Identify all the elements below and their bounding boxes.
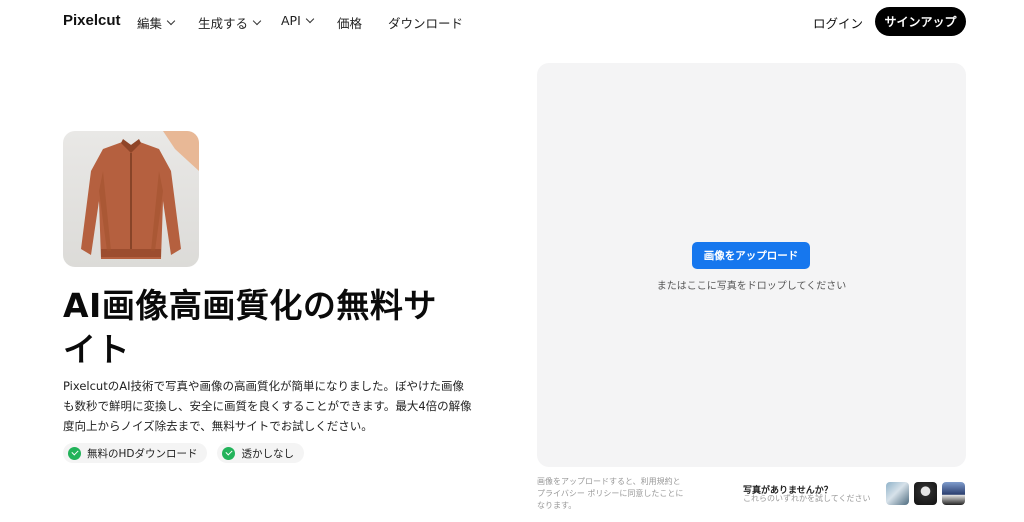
signup-button[interactable]: サインアップ (875, 7, 966, 36)
chevron-down-icon (252, 16, 262, 25)
sample-image[interactable] (914, 482, 937, 505)
nav-item-generate[interactable]: 生成する (198, 13, 262, 32)
feature-badges: 無料のHDダウンロード 透かしなし (63, 443, 304, 463)
nav-item-pricing[interactable]: 価格 (337, 13, 362, 32)
sample-images (886, 482, 965, 505)
hero-description: PixelcutのAI技術で写真や画像の高画質化が簡単になりました。ぼやけた画像… (63, 379, 472, 433)
no-photo-subtitle: これらのいずれかを試してください (743, 494, 871, 503)
upload-image-button[interactable]: 画像をアップロード (692, 242, 810, 269)
feature-badge-label: 透かしなし (241, 447, 294, 460)
hero-jacket-image (63, 131, 199, 267)
chevron-down-icon (166, 16, 176, 25)
terms-notice: 画像をアップロードすると、利用規約とプライバシー ポリシーに同意したことになりま… (537, 477, 684, 510)
chevron-down-icon (305, 14, 315, 23)
check-circle-icon (222, 446, 236, 460)
nav-item-label: ダウンロード (388, 16, 464, 31)
feature-badge-label: 無料のHDダウンロード (87, 447, 198, 460)
login-link[interactable]: ログイン (813, 13, 863, 32)
nav-item-label: 生成する (198, 16, 249, 31)
drop-hint-text: またはここに写真をドロップしてください (656, 281, 847, 292)
nav-item-edit[interactable]: 編集 (137, 13, 176, 32)
nav-item-api[interactable]: API (281, 13, 315, 28)
sample-image[interactable] (942, 482, 965, 505)
top-nav: Pixelcut 編集 生成する API 価格 ダウンロード ログイン サインア… (0, 0, 1024, 42)
feature-badge: 無料のHDダウンロード (63, 443, 208, 463)
nav-item-download[interactable]: ダウンロード (388, 13, 463, 32)
sample-image[interactable] (886, 482, 909, 505)
nav-item-label: 価格 (337, 16, 363, 31)
check-circle-icon (68, 446, 81, 460)
page-title: AI画像高画質化の無料サイト (63, 286, 437, 369)
nav-item-label: 編集 (137, 16, 163, 31)
logo[interactable]: Pixelcut (63, 12, 121, 29)
nav-item-label: API (281, 13, 301, 28)
feature-badge: 透かしなし (217, 443, 304, 463)
